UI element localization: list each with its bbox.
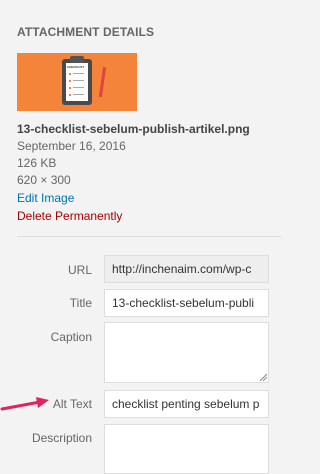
pointer-arrow-icon bbox=[0, 397, 49, 411]
alt-text-label: Alt Text bbox=[52, 397, 92, 411]
url-label: URL bbox=[67, 263, 92, 277]
title-field[interactable]: 13-checklist-sebelum-publi bbox=[104, 289, 269, 317]
url-field[interactable]: http://inchenaim.com/wp-c bbox=[104, 255, 269, 283]
file-size: 126 KB bbox=[17, 156, 57, 170]
caption-label: Caption bbox=[50, 330, 92, 344]
caption-textarea[interactable] bbox=[104, 322, 269, 383]
attachment-details-panel: ATTACHMENT DETAILS CHECKLIST 13-checklis… bbox=[0, 0, 282, 474]
pen-icon bbox=[98, 66, 107, 98]
panel-heading: ATTACHMENT DETAILS bbox=[17, 25, 155, 39]
resize-handle-icon[interactable] bbox=[259, 373, 267, 381]
description-label: Description bbox=[31, 431, 92, 445]
attachment-thumbnail[interactable]: CHECKLIST bbox=[17, 53, 137, 111]
delete-permanently-link[interactable]: Delete Permanently bbox=[17, 209, 122, 223]
divider bbox=[17, 236, 282, 237]
thumbnail-label: CHECKLIST bbox=[67, 65, 85, 69]
edit-image-link[interactable]: Edit Image bbox=[17, 191, 74, 205]
file-name: 13-checklist-sebelum-publish-artikel.png bbox=[17, 122, 250, 136]
title-label: Title bbox=[69, 296, 92, 310]
file-dimensions: 620 × 300 bbox=[17, 173, 71, 187]
file-date: September 16, 2016 bbox=[17, 139, 126, 153]
alt-text-field[interactable]: checklist penting sebelum p bbox=[104, 390, 269, 418]
description-textarea[interactable] bbox=[104, 424, 269, 474]
